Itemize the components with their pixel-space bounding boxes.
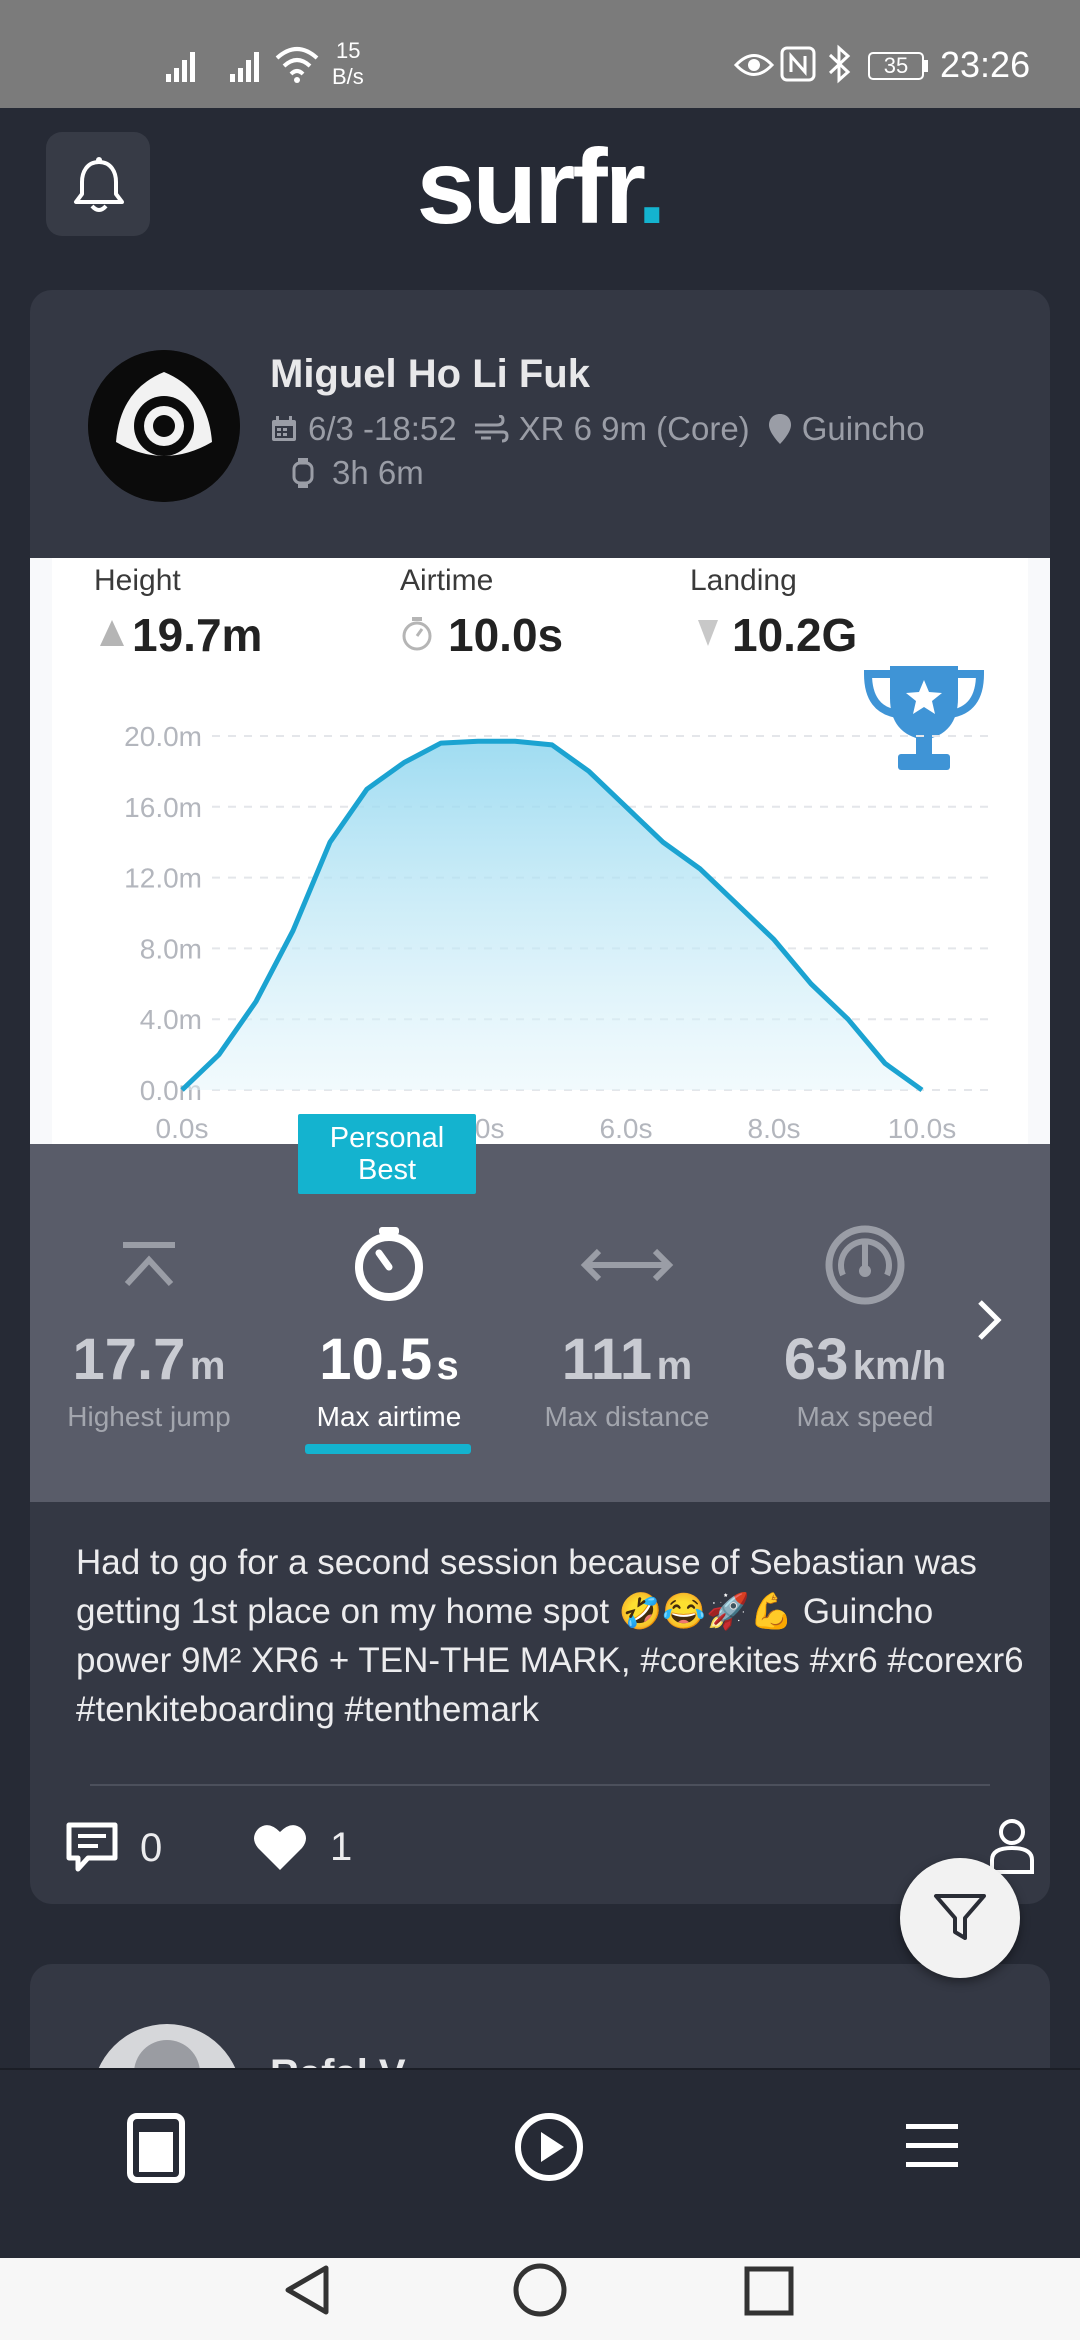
clock: 23:26 — [940, 44, 1031, 85]
location-pin-icon — [768, 414, 791, 444]
y-tick-label: 20.0m — [124, 721, 202, 752]
back-icon[interactable] — [282, 2262, 332, 2318]
eye-icon — [734, 54, 774, 76]
stat-unit: m — [656, 1344, 693, 1388]
stat-label: Max speed — [796, 1401, 934, 1432]
y-tick-label: 8.0m — [140, 933, 202, 964]
airtime-label: Airtime — [400, 564, 494, 597]
y-tick-label: 12.0m — [124, 863, 202, 894]
play-circle-icon[interactable] — [514, 2112, 584, 2182]
signal-icon — [166, 52, 195, 82]
post-duration-row: 3h 6m — [292, 454, 424, 492]
bottom-nav — [0, 2068, 1080, 2260]
stat-max-speed[interactable]: 63 km/h Max speed — [746, 1222, 984, 1433]
stat-unit: km/h — [852, 1344, 947, 1388]
post-duration: 3h 6m — [332, 454, 424, 491]
x-tick-label: 8.0s — [748, 1113, 801, 1144]
stat-max-airtime[interactable]: 10.5 s Max airtime — [270, 1222, 508, 1433]
jump-chart: Height 19.7m Airtime 10.0s Landing 10.2G — [52, 558, 1028, 1144]
net-speed-unit: B/s — [332, 64, 364, 89]
personal-best-badge: Personal Best — [298, 1114, 476, 1194]
height-up-icon — [100, 620, 124, 646]
watch-icon — [292, 458, 314, 488]
active-stat-indicator — [305, 1444, 471, 1454]
net-speed-value: 15 — [336, 38, 361, 63]
stat-max-distance[interactable]: 111 m Max distance — [508, 1222, 746, 1433]
post-date: 6/3 -18:52 — [308, 410, 457, 447]
avatar[interactable] — [88, 350, 240, 502]
distance-arrows-icon — [580, 1248, 674, 1282]
logo-text: surfr — [416, 128, 640, 246]
comments-button[interactable]: 0 — [66, 1822, 162, 1874]
landing-label: Landing — [690, 564, 797, 597]
signal-icon — [230, 52, 259, 82]
likes-count: 1 — [330, 1824, 353, 1869]
jump-chart-panel[interactable]: Height 19.7m Airtime 10.0s Landing 10.2G — [30, 558, 1050, 1144]
airtime-value: 10.0s — [448, 609, 564, 661]
divider — [90, 1784, 990, 1786]
x-tick-label: 10.0s — [888, 1113, 957, 1144]
heart-icon — [254, 1825, 306, 1870]
feed-icon[interactable] — [126, 2112, 186, 2184]
airtime-area-chart: 0.0m4.0m8.0m12.0m16.0m20.0m0.0s2.0s4.0s6… — [124, 721, 992, 1144]
battery-icon: 35 — [868, 52, 924, 80]
bluetooth-icon — [828, 44, 851, 84]
y-tick-label: 4.0m — [140, 1004, 202, 1035]
stat-label: Max distance — [544, 1401, 710, 1432]
comment-icon — [66, 1822, 118, 1872]
status-bar: 15 B/s 35 23:26 — [0, 0, 1080, 108]
post-gear: XR 6 9m (Core) — [518, 410, 750, 447]
comments-count: 0 — [140, 1825, 163, 1870]
post-meta-row: 6/3 -18:52 XR 6 9m (Core) Guincho — [270, 410, 925, 448]
post-caption: Had to go for a second session because o… — [76, 1543, 1024, 1729]
wind-icon — [474, 415, 509, 443]
home-icon[interactable] — [512, 2262, 568, 2318]
stat-unit: s — [436, 1344, 459, 1388]
chevron-right-icon[interactable] — [976, 1298, 1002, 1342]
post-author[interactable]: Miguel Ho Li Fuk — [270, 352, 590, 397]
logo-dot: . — [637, 128, 667, 246]
speedometer-icon — [825, 1225, 905, 1305]
landing-value: 10.2G — [732, 609, 858, 661]
stat-value: 10.5 — [319, 1327, 433, 1392]
user-profile-icon[interactable] — [990, 1818, 1034, 1874]
height-value: 19.7m — [132, 609, 263, 661]
stopwatch-icon — [355, 1227, 423, 1301]
post-card: Miguel Ho Li Fuk 6/3 -18:52 XR 6 9m (Cor… — [30, 290, 1050, 1904]
wifi-icon — [275, 47, 319, 83]
stat-label: Max airtime — [316, 1401, 462, 1432]
jump-height-icon — [123, 1242, 175, 1287]
filter-icon — [934, 1894, 986, 1940]
timer-icon — [402, 617, 432, 651]
area-fill — [182, 741, 922, 1090]
stat-unit: m — [189, 1344, 226, 1388]
stat-value: 111 — [561, 1327, 653, 1392]
recents-icon[interactable] — [744, 2266, 794, 2316]
post-spot: Guincho — [801, 410, 925, 447]
surfr-logo: surfr. — [0, 132, 1080, 242]
system-nav-bar — [0, 2258, 1080, 2340]
height-label: Height — [94, 564, 181, 597]
stat-highest-jump[interactable]: 17.7 m Highest jump — [30, 1222, 268, 1433]
like-button[interactable]: 1 — [252, 1822, 352, 1872]
battery-level: 35 — [883, 53, 909, 78]
calendar-icon — [272, 416, 296, 441]
nfc-icon — [780, 46, 816, 82]
stats-band: Personal Best 17.7 m Highest jump 10.5 s — [30, 1114, 1050, 1502]
rotor-logo-icon — [88, 350, 240, 502]
landing-down-icon — [698, 620, 718, 646]
app-header: surfr. — [0, 108, 1080, 284]
battery-tip — [924, 60, 928, 72]
stat-value: 63 — [783, 1327, 849, 1392]
x-tick-label: 6.0s — [600, 1113, 653, 1144]
menu-icon[interactable] — [904, 2122, 960, 2170]
stat-label: Highest jump — [67, 1401, 231, 1432]
x-tick-label: 0.0s — [156, 1113, 209, 1144]
y-tick-label: 16.0m — [124, 792, 202, 823]
stat-value: 17.7 — [72, 1327, 186, 1392]
filter-button[interactable] — [900, 1858, 1020, 1978]
